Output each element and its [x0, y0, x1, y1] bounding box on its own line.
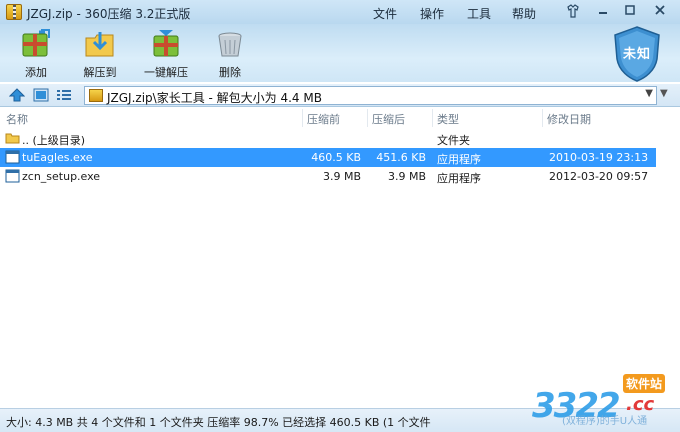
one-click-extract-label: 一键解压	[144, 66, 188, 79]
address-dropdown-icon[interactable]: ▼	[645, 88, 653, 99]
file-modified: 2012-03-20 09:57	[549, 170, 649, 183]
add-archive-icon	[22, 29, 50, 57]
file-list: .. (上级目录) 文件夹 tuEagles.exe 460.5 KB 451.…	[0, 127, 680, 408]
delete-button[interactable]: 删除	[202, 26, 258, 80]
file-after-size: 3.9 MB	[387, 170, 426, 183]
file-name: .. (上级目录)	[22, 134, 86, 147]
column-after[interactable]: 压缩后	[372, 111, 405, 127]
column-divider[interactable]	[542, 109, 543, 127]
file-type: 应用程序	[437, 172, 481, 185]
file-after-size: 451.6 KB	[376, 151, 426, 164]
up-arrow-icon[interactable]	[9, 88, 25, 102]
column-type[interactable]: 类型	[437, 111, 459, 127]
address-path: JZGJ.zip\家长工具 - 解包大小为 4.4 MB	[107, 91, 322, 105]
security-status-label: 未知	[622, 47, 651, 62]
exe-file-icon	[5, 169, 20, 183]
address-field[interactable]: JZGJ.zip\家长工具 - 解包大小为 4.4 MB ▼	[84, 86, 657, 105]
file-list-header: 名称 压缩前 压缩后 类型 修改日期	[0, 109, 680, 127]
column-divider[interactable]	[432, 109, 433, 127]
column-divider[interactable]	[367, 109, 368, 127]
toolbar: 添加 解压到 一键解压 删除	[0, 24, 680, 82]
column-compressed[interactable]: 压缩前	[307, 111, 340, 127]
minimize-icon[interactable]	[593, 4, 613, 20]
maximize-icon[interactable]	[620, 4, 640, 20]
file-modified: 2010-03-19 23:13	[549, 151, 649, 164]
exe-file-icon	[5, 150, 20, 164]
file-type: 文件夹	[437, 134, 470, 147]
column-modified[interactable]: 修改日期	[547, 111, 591, 127]
status-text: 大小: 4.3 MB 共 4 个文件和 1 个文件夹 压缩率 98.7% 已经选…	[6, 416, 431, 429]
menu-help[interactable]: 帮助	[512, 5, 536, 22]
add-button[interactable]: 添加	[8, 26, 64, 80]
zip-app-icon	[6, 4, 22, 20]
one-click-extract-button[interactable]: 一键解压	[136, 26, 196, 80]
delete-label: 删除	[219, 66, 241, 79]
file-name: tuEagles.exe	[22, 151, 93, 164]
zip-file-icon	[89, 89, 103, 102]
title-bar: JZGJ.zip - 360压缩 3.2正式版 文件 操作 工具 帮助	[0, 0, 680, 24]
column-name[interactable]: 名称	[6, 111, 28, 127]
window-title: JZGJ.zip - 360压缩 3.2正式版	[27, 7, 191, 21]
extract-to-button[interactable]: 解压到	[72, 26, 128, 80]
extract-to-folder-icon	[85, 32, 114, 57]
address-bar-row: JZGJ.zip\家长工具 - 解包大小为 4.4 MB ▼ ▼	[0, 84, 680, 107]
security-shield-button[interactable]: 未知	[611, 25, 663, 83]
list-item-parent[interactable]: .. (上级目录) 文件夹	[0, 129, 656, 148]
folder-icon	[5, 133, 20, 144]
menu-tools[interactable]: 工具	[467, 5, 491, 22]
skin-icon[interactable]	[563, 4, 583, 20]
add-label: 添加	[25, 66, 47, 79]
column-divider[interactable]	[302, 109, 303, 127]
file-compressed-size: 460.5 KB	[311, 151, 361, 164]
close-icon[interactable]	[650, 4, 670, 20]
list-view-icon[interactable]	[56, 88, 72, 102]
extract-to-label: 解压到	[83, 66, 117, 79]
list-item[interactable]: zcn_setup.exe 3.9 MB 3.9 MB 应用程序 2012-03…	[0, 167, 656, 186]
file-type: 应用程序	[437, 153, 481, 166]
file-name: zcn_setup.exe	[22, 170, 101, 183]
chevron-down-icon[interactable]: ▼	[660, 88, 668, 99]
menu-file[interactable]: 文件	[373, 5, 397, 22]
large-icon-view-icon[interactable]	[33, 88, 49, 102]
one-click-extract-icon	[153, 30, 179, 57]
file-compressed-size: 3.9 MB	[322, 170, 361, 183]
menu-operation[interactable]: 操作	[420, 5, 444, 22]
status-bar: 大小: 4.3 MB 共 4 个文件和 1 个文件夹 压缩率 98.7% 已经选…	[0, 408, 680, 432]
trash-icon	[218, 32, 242, 57]
list-item-selected[interactable]: tuEagles.exe 460.5 KB 451.6 KB 应用程序 2010…	[0, 148, 656, 167]
